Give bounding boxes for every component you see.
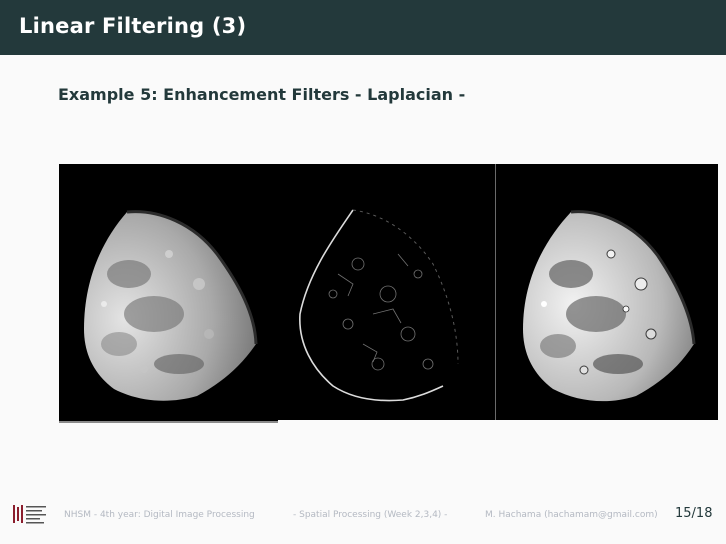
slide-footer: NHSM - 4th year: Digital Image Processin… <box>0 500 726 530</box>
footer-section: - Spatial Processing (Week 2,3,4) - <box>293 510 448 520</box>
moon-figure <box>59 164 718 426</box>
nhsm-logo-icon <box>12 502 49 526</box>
slide-title: Linear Filtering (3) <box>19 14 247 38</box>
title-bar: Linear Filtering (3) <box>0 0 726 55</box>
original-moon-image <box>59 164 278 422</box>
page-number: 15/18 <box>675 506 713 521</box>
example-heading: Example 5: Enhancement Filters - Laplaci… <box>58 85 466 104</box>
footer-author: M. Hachama (hachamam@gmail.com) <box>485 510 658 520</box>
enhanced-moon-image <box>496 164 718 420</box>
laplacian-moon-image <box>278 164 495 420</box>
panel-underline <box>59 421 278 423</box>
footer-course: NHSM - 4th year: Digital Image Processin… <box>64 510 255 520</box>
